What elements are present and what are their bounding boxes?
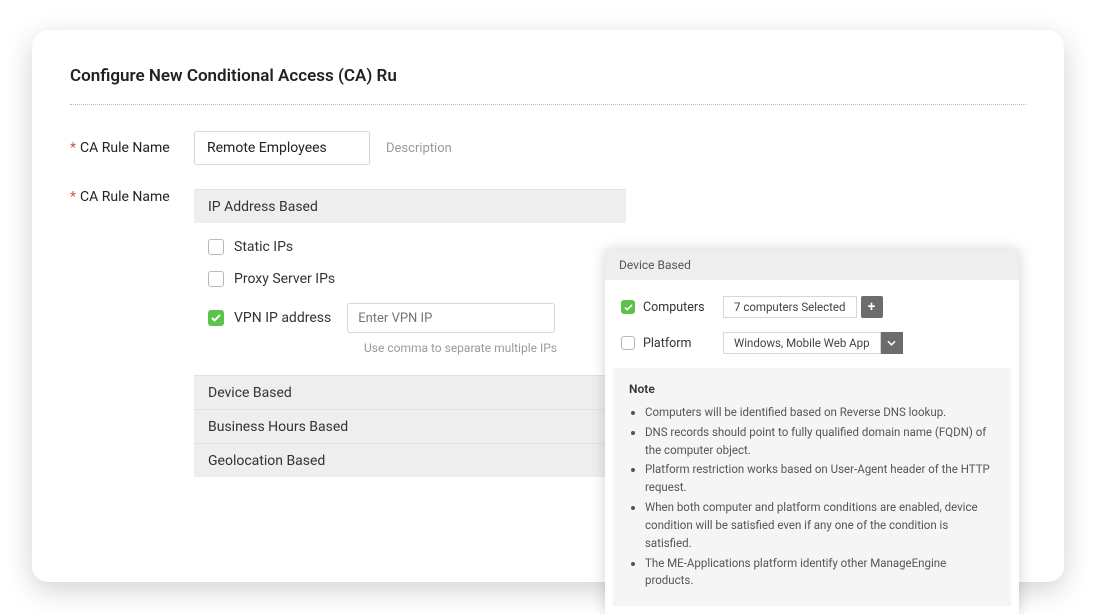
criteria-label: *CA Rule Name xyxy=(70,189,194,205)
note-item: The ME-Applications platform identify ot… xyxy=(645,555,995,591)
computers-label: Computers xyxy=(643,300,723,315)
rule-name-row: *CA Rule Name Description xyxy=(70,131,1026,165)
option-vpn-ip[interactable]: VPN IP address xyxy=(208,303,612,333)
note-item: Computers will be identified based on Re… xyxy=(645,404,995,422)
add-button[interactable]: + xyxy=(861,296,883,318)
checkbox-icon[interactable] xyxy=(621,336,635,350)
section-ip-header[interactable]: IP Address Based xyxy=(194,189,626,223)
section-device-header[interactable]: Device Based xyxy=(194,375,626,409)
note-list: Computers will be identified based on Re… xyxy=(629,404,995,590)
option-static-ips[interactable]: Static IPs xyxy=(208,239,612,255)
note-box: Note Computers will be identified based … xyxy=(613,368,1011,606)
vpn-ip-input[interactable] xyxy=(347,303,555,333)
note-item: DNS records should point to fully qualif… xyxy=(645,424,995,460)
checkbox-icon[interactable] xyxy=(208,271,224,287)
checkbox-icon[interactable] xyxy=(208,239,224,255)
section-geo-header[interactable]: Geolocation Based xyxy=(194,443,626,477)
checkbox-icon[interactable] xyxy=(208,310,224,326)
required-mark: * xyxy=(70,189,76,205)
checkbox-icon[interactable] xyxy=(621,300,635,314)
option-label: VPN IP address xyxy=(234,310,331,326)
option-label: Static IPs xyxy=(234,239,293,255)
note-item: Platform restriction works based on User… xyxy=(645,461,995,497)
platform-label: Platform xyxy=(643,336,723,351)
note-title: Note xyxy=(629,382,995,396)
page-title: Configure New Conditional Access (CA) Ru xyxy=(70,66,1026,86)
computers-row: Computers 7 computers Selected + xyxy=(621,296,1003,318)
panel-body: Computers 7 computers Selected + Platfor… xyxy=(605,280,1019,354)
computers-selector: 7 computers Selected + xyxy=(723,296,883,318)
section-hours-header[interactable]: Business Hours Based xyxy=(194,409,626,443)
panel-header: Device Based xyxy=(605,250,1019,280)
chevron-down-icon[interactable] xyxy=(881,332,903,354)
platform-value[interactable]: Windows, Mobile Web App xyxy=(723,332,881,354)
required-mark: * xyxy=(70,140,76,156)
divider xyxy=(70,104,1026,105)
section-ip-body: Static IPs Proxy Server IPs VPN IP addre… xyxy=(194,223,626,375)
option-label: Proxy Server IPs xyxy=(234,271,335,287)
vpn-ip-hint: Use comma to separate multiple IPs xyxy=(364,341,612,355)
option-proxy-ips[interactable]: Proxy Server IPs xyxy=(208,271,612,287)
note-item: When both computer and platform conditio… xyxy=(645,499,995,552)
rule-name-label: *CA Rule Name xyxy=(70,140,194,156)
platform-row: Platform Windows, Mobile Web App xyxy=(621,332,1003,354)
device-based-panel: Device Based Computers 7 computers Selec… xyxy=(605,250,1019,614)
rule-name-input[interactable] xyxy=(194,131,370,165)
description-placeholder: Description xyxy=(386,141,452,156)
computers-value[interactable]: 7 computers Selected xyxy=(723,296,857,318)
platform-selector: Windows, Mobile Web App xyxy=(723,332,903,354)
accordion: IP Address Based Static IPs Proxy Server… xyxy=(194,189,626,477)
